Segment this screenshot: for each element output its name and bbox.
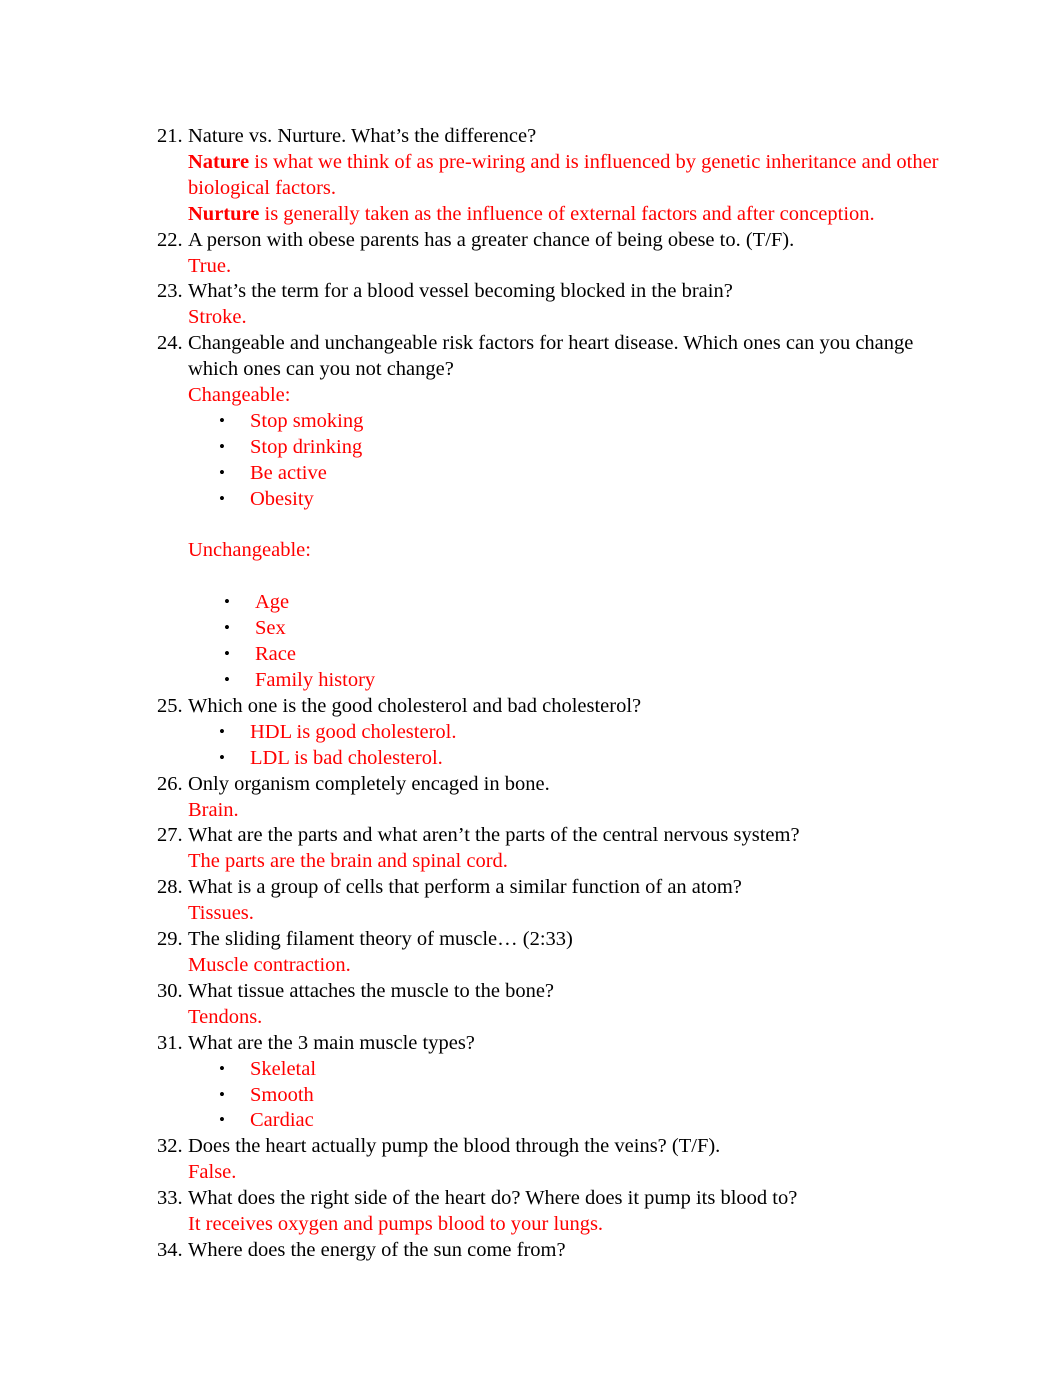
- answer-text-nurture: Nurture is generally taken as the influe…: [188, 202, 947, 228]
- question-list: 21. Nature vs. Nurture. What’s the diffe…: [157, 124, 947, 1264]
- question-number: 30.: [157, 979, 183, 1002]
- list-item: Smooth: [188, 1082, 947, 1109]
- question-item-24: 24. Changeable and unchangeable risk fac…: [157, 331, 947, 694]
- list-item: Age: [188, 589, 947, 616]
- document-body: 21. Nature vs. Nurture. What’s the diffe…: [157, 124, 947, 1264]
- list-item: Cardiac: [188, 1107, 947, 1134]
- list-item-label: HDL is good cholesterol.: [250, 720, 457, 743]
- list-item: Family history: [188, 667, 947, 694]
- list-item: Race: [188, 641, 947, 668]
- question-item-25: 25. Which one is the good cholesterol an…: [157, 694, 947, 772]
- question-item-21: 21. Nature vs. Nurture. What’s the diffe…: [157, 124, 947, 228]
- cholesterol-answer-list: HDL is good cholesterol. LDL is bad chol…: [188, 719, 947, 772]
- answer-text: It receives oxygen and pumps blood to yo…: [188, 1213, 604, 1236]
- question-text: Which one is the good cholesterol and ba…: [188, 694, 642, 717]
- question-text: A person with obese parents has a greate…: [188, 228, 795, 251]
- question-item-34: 34. Where does the energy of the sun com…: [157, 1238, 947, 1264]
- question-item-28: 28. What is a group of cells that perfor…: [157, 875, 947, 927]
- answer-text-nature: Nature is what we think of as pre-wiring…: [188, 150, 947, 202]
- list-item: Stop drinking: [188, 434, 947, 461]
- answer-subheading-unchangeable: Unchangeable:: [188, 539, 311, 562]
- answer-subheading-changeable: Changeable:: [188, 384, 291, 407]
- answer-text: Stroke.: [188, 306, 247, 329]
- question-item-26: 26. Only organism completely encaged in …: [157, 772, 947, 824]
- list-item-label: Cardiac: [250, 1109, 314, 1132]
- list-item: Skeletal: [188, 1056, 947, 1083]
- question-number: 29.: [157, 928, 183, 951]
- list-item-label: Stop smoking: [250, 409, 364, 432]
- question-text: What is a group of cells that perform a …: [188, 876, 742, 899]
- question-number: 25.: [157, 694, 183, 717]
- list-item-label: Family history: [255, 669, 376, 691]
- list-item: LDL is bad cholesterol.: [188, 745, 947, 772]
- list-item: Stop smoking: [188, 408, 947, 435]
- list-item-label: Obesity: [250, 487, 314, 510]
- question-number: 21.: [157, 125, 183, 147]
- changeable-list: Stop smoking Stop drinking Be active Obe…: [188, 408, 947, 513]
- unchangeable-list: Age Sex Race Family history: [188, 589, 947, 694]
- question-text: What are the parts and what aren’t the p…: [188, 824, 800, 847]
- answer-text: False.: [188, 1161, 237, 1184]
- question-item-23: 23. What’s the term for a blood vessel b…: [157, 279, 947, 331]
- question-text: Changeable and unchangeable risk factors…: [188, 332, 914, 381]
- question-number: 34.: [157, 1238, 183, 1261]
- list-item-label: Stop drinking: [250, 435, 363, 458]
- question-text: Nature vs. Nurture. What’s the differenc…: [188, 125, 537, 147]
- answer-text: Tendons.: [188, 1005, 263, 1028]
- answer-text: Brain.: [188, 798, 239, 821]
- question-text: Only organism completely encaged in bone…: [188, 772, 550, 795]
- list-item: Obesity: [188, 486, 947, 513]
- question-number: 27.: [157, 824, 183, 847]
- question-text: What tissue attaches the muscle to the b…: [188, 979, 555, 1002]
- list-item-label: Skeletal: [250, 1057, 317, 1080]
- question-text: The sliding filament theory of muscle… (…: [188, 928, 573, 951]
- question-number: 26.: [157, 772, 183, 795]
- question-number: 31.: [157, 1031, 183, 1054]
- question-text: What are the 3 main muscle types?: [188, 1031, 475, 1054]
- question-item-30: 30. What tissue attaches the muscle to t…: [157, 979, 947, 1031]
- question-item-29: 29. The sliding filament theory of muscl…: [157, 927, 947, 979]
- question-item-32: 32. Does the heart actually pump the blo…: [157, 1134, 947, 1186]
- list-item-label: Sex: [255, 617, 286, 640]
- list-item-label: Be active: [250, 461, 327, 484]
- answer-text: True.: [188, 254, 232, 277]
- answer-text: Tissues.: [188, 902, 254, 925]
- list-item: HDL is good cholesterol.: [188, 719, 947, 746]
- question-text: What’s the term for a blood vessel becom…: [188, 280, 733, 303]
- question-number: 33.: [157, 1187, 183, 1210]
- question-text: What does the right side of the heart do…: [188, 1187, 798, 1210]
- answer-text: The parts are the brain and spinal cord.: [188, 850, 508, 873]
- question-number: 24.: [157, 332, 183, 355]
- question-item-22: 22. A person with obese parents has a gr…: [157, 228, 947, 280]
- answer-bold-term: Nature: [188, 150, 250, 173]
- question-item-31: 31. What are the 3 main muscle types? Sk…: [157, 1031, 947, 1135]
- list-item: Sex: [188, 615, 947, 642]
- list-item-label: Smooth: [250, 1083, 314, 1106]
- answer-text: Muscle contraction.: [188, 953, 351, 976]
- answer-rest: is generally taken as the influence of e…: [259, 202, 875, 225]
- question-text: Does the heart actually pump the blood t…: [188, 1135, 721, 1158]
- answer-bold-term: Nurture: [188, 202, 260, 225]
- list-item-label: Race: [255, 643, 296, 666]
- question-number: 28.: [157, 876, 183, 899]
- question-number: 22.: [157, 228, 183, 251]
- question-number: 23.: [157, 280, 183, 303]
- document-page: 21. Nature vs. Nurture. What’s the diffe…: [0, 0, 1062, 1377]
- question-number: 32.: [157, 1135, 183, 1158]
- question-text: Where does the energy of the sun come fr…: [188, 1238, 566, 1261]
- answer-rest: is what we think of as pre-wiring and is…: [188, 150, 939, 199]
- question-item-33: 33. What does the right side of the hear…: [157, 1186, 947, 1238]
- list-item: Be active: [188, 460, 947, 487]
- list-item-label: Age: [255, 591, 290, 614]
- list-item-label: LDL is bad cholesterol.: [250, 746, 443, 769]
- question-item-27: 27. What are the parts and what aren’t t…: [157, 823, 947, 875]
- muscle-types-list: Skeletal Smooth Cardiac: [188, 1056, 947, 1135]
